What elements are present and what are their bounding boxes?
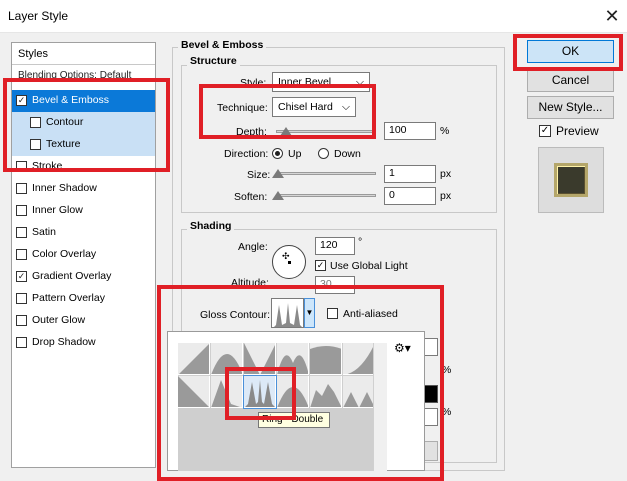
style-item-label: Drop Shadow xyxy=(32,336,96,348)
direction-down-label: Down xyxy=(334,148,361,160)
angle-field[interactable]: 120 xyxy=(315,237,355,255)
title-bar xyxy=(0,0,627,33)
annotation-box-contour-picker xyxy=(157,285,444,481)
angle-degree: ° xyxy=(358,236,363,248)
size-field[interactable]: 1 xyxy=(384,165,436,183)
size-slider[interactable] xyxy=(276,172,376,175)
inner-glow-checkbox[interactable] xyxy=(16,205,27,216)
window-title: Layer Style xyxy=(8,9,69,23)
structure-title: Structure xyxy=(187,55,240,67)
direction-label: Direction: xyxy=(224,148,269,160)
style-item-pattern-overlay[interactable]: Pattern Overlay xyxy=(12,288,155,310)
color-overlay-checkbox[interactable] xyxy=(16,249,27,260)
cancel-button[interactable]: Cancel xyxy=(527,69,614,92)
soften-field[interactable]: 0 xyxy=(384,187,436,205)
gradient-overlay-checkbox[interactable]: ✓ xyxy=(16,271,27,282)
preview-area xyxy=(538,147,604,213)
size-unit: px xyxy=(440,168,452,180)
use-global-light-label: Use Global Light xyxy=(330,260,408,272)
style-item-outer-glow[interactable]: Outer Glow xyxy=(12,310,155,332)
style-item-label: Satin xyxy=(32,226,56,238)
direction-up-radio[interactable] xyxy=(272,148,283,159)
depth-field[interactable]: 100 xyxy=(384,122,436,140)
bevel-emboss-title: Bevel & Emboss xyxy=(178,39,267,51)
style-item-inner-glow[interactable]: Inner Glow xyxy=(12,200,155,222)
soften-unit: px xyxy=(440,190,452,202)
angle-dial[interactable]: ✣ xyxy=(272,245,306,279)
new-style-button[interactable]: New Style... xyxy=(527,96,614,119)
style-item-satin[interactable]: Satin xyxy=(12,222,155,244)
depth-unit: % xyxy=(440,125,450,137)
style-item-label: Gradient Overlay xyxy=(32,270,112,282)
angle-label: Angle: xyxy=(238,241,268,253)
style-item-gradient-overlay[interactable]: ✓ Gradient Overlay xyxy=(12,266,155,288)
satin-checkbox[interactable] xyxy=(16,227,27,238)
outer-glow-checkbox[interactable] xyxy=(16,315,27,326)
style-item-label: Pattern Overlay xyxy=(32,292,105,304)
inner-shadow-checkbox[interactable] xyxy=(16,183,27,194)
direction-down-radio[interactable] xyxy=(318,148,329,159)
size-slider-thumb[interactable] xyxy=(272,169,284,178)
close-icon[interactable]: ✕ xyxy=(600,4,624,28)
use-global-light-checkbox[interactable]: ✓ xyxy=(315,260,326,271)
style-item-label: Inner Shadow xyxy=(32,182,97,194)
style-item-color-overlay[interactable]: Color Overlay xyxy=(12,244,155,266)
style-item-label: Inner Glow xyxy=(32,204,83,216)
style-item-label: Color Overlay xyxy=(32,248,97,260)
preview-label: Preview xyxy=(556,124,599,138)
soften-label: Soften: xyxy=(234,191,268,203)
style-item-label: Outer Glow xyxy=(32,314,86,326)
styles-header[interactable]: Styles xyxy=(12,43,155,65)
size-label: Size: xyxy=(247,169,271,181)
style-item-drop-shadow[interactable]: Drop Shadow xyxy=(12,332,155,354)
preview-swatch xyxy=(554,163,588,197)
preview-checkbox[interactable]: ✓ xyxy=(539,125,551,137)
annotation-box-technique xyxy=(199,84,376,139)
annotation-box-ring-double xyxy=(225,367,296,420)
soften-slider[interactable] xyxy=(276,194,376,197)
annotation-box-styles xyxy=(3,78,170,172)
soften-slider-thumb[interactable] xyxy=(272,191,284,200)
crosshair-icon: ✣ xyxy=(282,251,290,261)
direction-up-label: Up xyxy=(288,148,302,160)
drop-shadow-checkbox[interactable] xyxy=(16,337,27,348)
style-item-inner-shadow[interactable]: Inner Shadow xyxy=(12,178,155,200)
annotation-box-ok xyxy=(513,34,623,71)
shading-title: Shading xyxy=(187,220,235,232)
pattern-overlay-checkbox[interactable] xyxy=(16,293,27,304)
